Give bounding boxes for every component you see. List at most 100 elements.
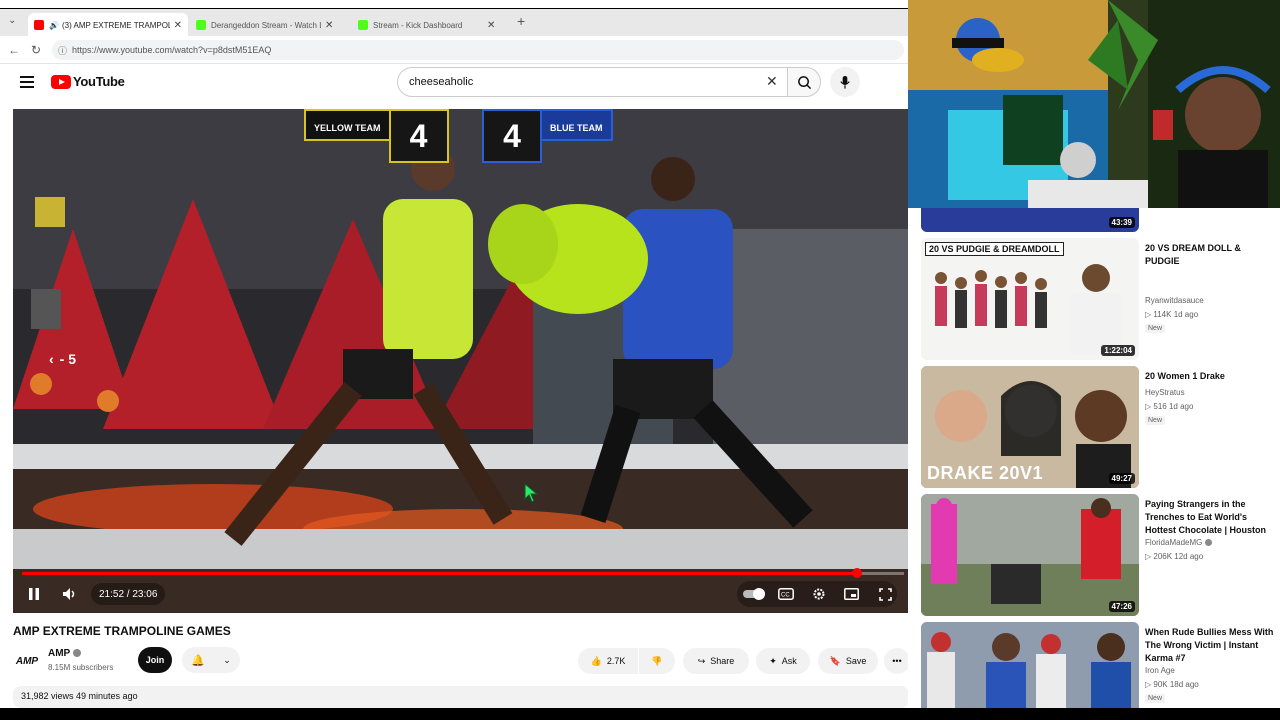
bell-icon: 🔔 (191, 654, 205, 667)
close-icon[interactable]: ✕ (174, 20, 182, 31)
progress-fill (22, 572, 858, 575)
recommendation-channel[interactable]: Iron Age (1145, 666, 1175, 675)
recommendation-meta: ▷ 90K 18d ago (1145, 680, 1199, 689)
channel-avatar[interactable]: AMP (13, 648, 41, 674)
tab-kick-watch[interactable]: Derangeddon Stream - Watch Liv ✕ (190, 13, 350, 37)
channel-name-row[interactable]: AMP (48, 648, 82, 659)
logo-text: YouTube (73, 74, 125, 89)
video-thumbnail[interactable] (921, 622, 1139, 712)
duration-badge: 43:39 (1108, 217, 1135, 228)
kick-favicon-icon (358, 20, 368, 30)
settings-button[interactable] (809, 579, 829, 609)
url-field[interactable]: ⓘ https://www.youtube.com/watch?v=p8dstM… (52, 40, 904, 60)
share-label: Share (710, 656, 735, 666)
bookmark-icon: 🔖 (829, 655, 841, 666)
blue-team-label: BLUE TEAM (542, 109, 613, 141)
recommendation-card[interactable]: When Rude Bullies Mess With The Wrong Vi… (921, 622, 1280, 712)
video-title: AMP EXTREME TRAMPOLINE GAMES (13, 624, 231, 638)
progress-bar[interactable] (22, 568, 904, 578)
miniplayer-button[interactable] (841, 579, 861, 609)
view-count-and-date: 31,982 views 49 minutes ago (21, 691, 138, 701)
description-box[interactable]: 31,982 views 49 minutes ago (13, 686, 908, 708)
new-badge: New (1145, 694, 1166, 703)
youtube-header: YouTube cheeseaholic ✕ (0, 64, 908, 104)
like-button[interactable]: 👍 2.7K (578, 648, 638, 674)
yellow-team-label: YELLOW TEAM (304, 109, 389, 141)
back-icon[interactable]: ← (8, 43, 20, 57)
youtube-favicon-icon (34, 20, 44, 30)
ask-label: Ask (781, 656, 797, 666)
video-thumbnail[interactable]: DRAKE 20V1 49:27 (921, 366, 1139, 488)
search-input[interactable]: cheeseaholic (397, 67, 787, 97)
tab-label: Stream - Kick Dashboard (373, 20, 463, 30)
recommendation-channel[interactable]: Ryanwitdasauce (1145, 296, 1204, 305)
reload-icon[interactable]: ↻ (31, 43, 41, 57)
clear-search-icon[interactable]: ✕ (766, 73, 778, 90)
video-player[interactable]: YELLOW TEAM 4 4 BLUE TEAM ‹ - 5 21:52 / 2… (13, 109, 908, 613)
tab-label: (3) AMP EXTREME TRAMPOLI (61, 20, 170, 30)
recommendation-title[interactable]: 20 VS DREAM DOLL & PUDGIE (1145, 242, 1277, 268)
recommendations-sidebar: 43:39 20 VS PUDGIE & DREAMDOLL 1:22:04 2… (908, 208, 1280, 712)
close-icon[interactable]: ✕ (325, 20, 333, 31)
recommendation-title[interactable]: When Rude Bullies Mess With The Wrong Vi… (1145, 626, 1277, 665)
voice-search-button[interactable] (830, 67, 860, 97)
chevron-left-icon: ‹ (49, 351, 54, 367)
mute-button[interactable] (58, 579, 82, 609)
captions-button[interactable]: CC (776, 579, 796, 609)
recommendation-card[interactable]: 43:39 (921, 208, 1280, 232)
more-actions-button[interactable]: ••• (884, 648, 908, 674)
recommendation-meta: ▷ 206K 12d ago (1145, 552, 1204, 561)
save-button[interactable]: 🔖 Save (818, 648, 878, 674)
dislike-button[interactable]: 👎 (639, 648, 675, 674)
menu-icon[interactable] (20, 76, 34, 88)
notifications-button[interactable]: 🔔 ⌄ (182, 647, 240, 673)
recommendation-channel-row[interactable]: FloridaMadeMG (1145, 538, 1213, 547)
yellow-team-scoreboard: YELLOW TEAM 4 (304, 109, 449, 163)
thumbnail-street-icon (921, 494, 1139, 616)
close-icon[interactable]: ✕ (487, 20, 495, 31)
browser-window: ⌄ 🔊 (3) AMP EXTREME TRAMPOLI ✕ Derangedd… (0, 0, 908, 720)
thumbnail-people-icon (921, 622, 1139, 712)
tab-bar: ⌄ 🔊 (3) AMP EXTREME TRAMPOLI ✕ Derangedd… (0, 8, 908, 37)
blue-team-score: 4 (482, 109, 542, 163)
fullscreen-icon (878, 587, 892, 601)
recommendation-card[interactable]: 47:26 Paying Strangers in the Trenches t… (921, 494, 1280, 616)
recommendation-title[interactable]: Paying Strangers in the Trenches to Eat … (1145, 498, 1277, 537)
search-button[interactable] (787, 67, 821, 97)
join-button[interactable]: Join (138, 647, 172, 673)
youtube-logo[interactable]: YouTube (51, 74, 125, 89)
video-thumbnail[interactable]: 43:39 (921, 208, 1139, 232)
site-info-icon[interactable]: ⓘ (58, 44, 67, 57)
video-thumbnail[interactable]: 20 VS PUDGIE & DREAMDOLL 1:22:04 (921, 238, 1139, 360)
save-label: Save (845, 656, 867, 666)
tab-youtube[interactable]: 🔊 (3) AMP EXTREME TRAMPOLI ✕ (28, 13, 188, 37)
yellow-team-score: 4 (388, 109, 449, 163)
share-button[interactable]: ↪ Share (683, 648, 749, 674)
recommendation-channel[interactable]: FloridaMadeMG (1145, 538, 1202, 547)
player-controls: 21:52 / 23:06 CC (13, 579, 908, 609)
blue-team-scoreboard: 4 BLUE TEAM (482, 109, 613, 163)
channel-name[interactable]: AMP (48, 648, 70, 659)
pause-button[interactable] (25, 579, 43, 609)
url-text: https://www.youtube.com/watch?v=p8dstM51… (72, 45, 272, 55)
recommendation-card[interactable]: 20 VS PUDGIE & DREAMDOLL 1:22:04 20 VS D… (921, 238, 1280, 360)
sparkle-icon: ✦ (769, 655, 777, 666)
autoplay-toggle-icon (743, 588, 765, 600)
fullscreen-button[interactable] (875, 579, 895, 609)
tab-kick-dashboard[interactable]: Stream - Kick Dashboard ✕ (352, 13, 512, 37)
recommendation-title[interactable]: 20 Women 1 Drake (1145, 370, 1277, 383)
thumbnail-caption: DRAKE 20V1 (927, 463, 1044, 483)
new-tab-icon[interactable]: + (517, 13, 525, 29)
ask-button[interactable]: ✦ Ask (756, 648, 810, 674)
new-badge: New (1145, 324, 1166, 333)
new-badge: New (1145, 416, 1166, 425)
video-thumbnail[interactable]: 47:26 (921, 494, 1139, 616)
autoplay-toggle[interactable] (742, 579, 766, 609)
duration-badge: 49:27 (1108, 473, 1135, 484)
recommendation-channel[interactable]: HeyStratus (1145, 388, 1185, 397)
webcam-feed (908, 0, 1280, 208)
youtube-play-logo-icon (51, 74, 71, 89)
captions-icon: CC (778, 588, 794, 600)
recommendation-card[interactable]: DRAKE 20V1 49:27 20 Women 1 Drake HeyStr… (921, 366, 1280, 488)
tab-list-icon[interactable]: ⌄ (8, 15, 16, 26)
